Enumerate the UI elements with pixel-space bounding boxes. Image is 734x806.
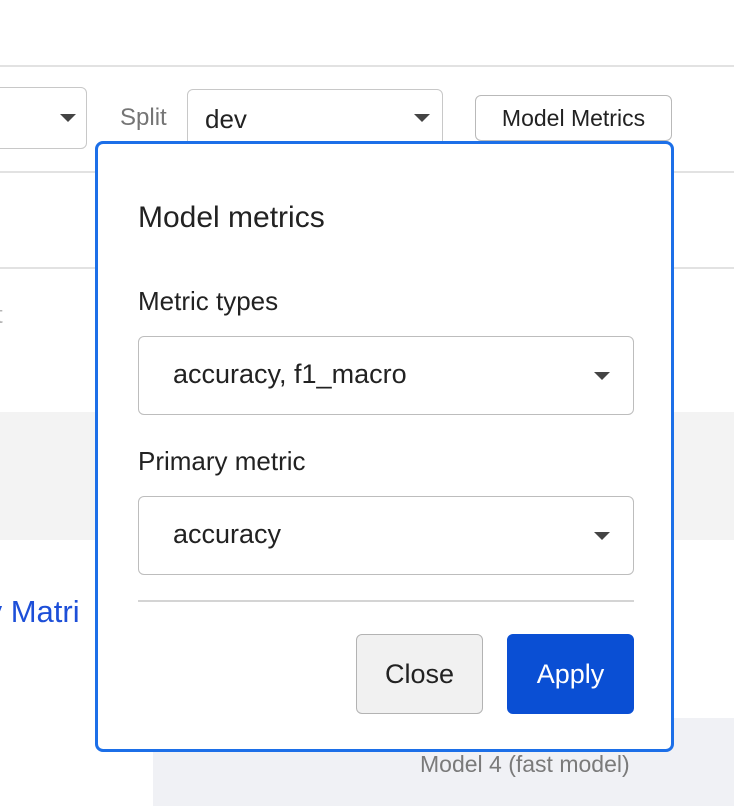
caret-down-icon	[594, 372, 610, 380]
metric-types-select[interactable]: accuracy, f1_macro	[138, 336, 634, 415]
primary-metric-label: Primary metric	[138, 446, 306, 476]
model-metrics-button[interactable]: Model Metrics	[475, 95, 672, 141]
model-metrics-dialog: Model metrics Metric types accuracy, f1_…	[95, 141, 674, 752]
model-column-header: Model 4 (fast model)	[420, 751, 630, 777]
caret-down-icon	[594, 532, 610, 540]
split-select-value: dev	[205, 104, 247, 134]
header-divider	[0, 65, 734, 67]
quality-matrix-link[interactable]: ty Matri	[0, 594, 80, 630]
metric-types-value: accuracy, f1_macro	[173, 359, 407, 389]
page: Split dev Model Metrics t ty Matri Model…	[0, 0, 734, 806]
caret-down-icon	[414, 114, 430, 122]
primary-metric-select[interactable]: accuracy	[138, 496, 634, 575]
dialog-title: Model metrics	[138, 201, 325, 234]
caret-down-icon	[60, 114, 76, 122]
dialog-divider	[138, 600, 634, 602]
dataset-select[interactable]	[0, 87, 87, 149]
apply-button[interactable]: Apply	[507, 634, 634, 714]
split-select[interactable]: dev	[187, 89, 443, 149]
truncated-text: t	[0, 302, 3, 330]
primary-metric-value: accuracy	[173, 519, 282, 549]
close-button[interactable]: Close	[356, 634, 483, 714]
split-label: Split	[120, 104, 167, 131]
metric-types-label: Metric types	[138, 286, 279, 316]
